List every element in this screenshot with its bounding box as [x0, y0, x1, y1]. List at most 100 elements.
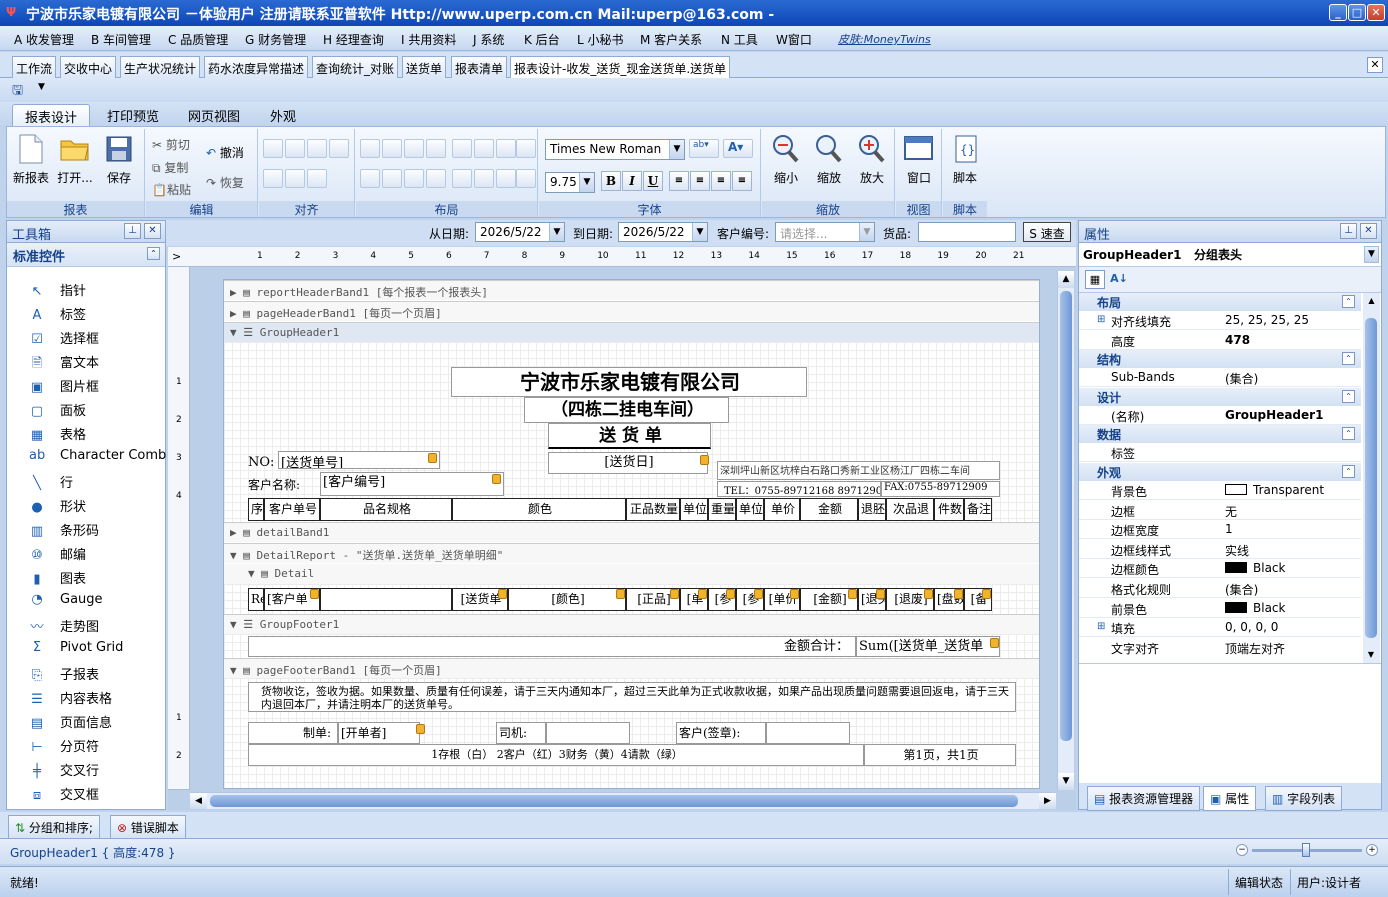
font-color-icon[interactable]: A▾	[723, 139, 753, 158]
group-header-band[interactable]: ▼ ☰ GroupHeader1	[224, 322, 1039, 342]
smart-tag-icon[interactable]	[876, 589, 885, 599]
menu-item-manager[interactable]: H 经理查询	[323, 31, 384, 48]
driver-label[interactable]: 司机:	[496, 722, 546, 744]
smart-tag-icon[interactable]	[790, 589, 799, 599]
font-family-select[interactable]: Times New Roman ▼	[545, 139, 685, 160]
object-selector[interactable]: GroupHeader1 分组表头 ▼	[1079, 243, 1381, 267]
bold-button[interactable]: B	[601, 171, 621, 191]
new-report-button[interactable]: 新报表	[11, 133, 51, 186]
underline-button[interactable]: U	[643, 171, 663, 191]
property-row[interactable]: Sub-Bands (集合)	[1079, 368, 1361, 388]
ribbon-tab-design[interactable]: 报表设计	[12, 104, 91, 126]
page-header-band[interactable]: ▶ ▤ pageHeaderBand1 [每页一个页眉]	[224, 301, 1039, 321]
menu-item-crm[interactable]: M 客户关系	[640, 31, 702, 48]
align-grid-icon[interactable]	[307, 169, 327, 188]
toolbox-item[interactable]: ab Character Comb	[29, 448, 166, 463]
goods-input[interactable]	[918, 222, 1016, 242]
date-field[interactable]: [送货日]	[548, 452, 708, 474]
smart-tag-icon[interactable]	[990, 638, 999, 648]
scroll-up-icon[interactable]: ▲	[1058, 271, 1074, 288]
center-h-icon[interactable]	[452, 169, 472, 188]
smart-tag-icon[interactable]	[754, 589, 763, 599]
menu-item-backend[interactable]: K 后台	[524, 31, 560, 48]
zoom-button[interactable]: 缩放	[809, 133, 849, 186]
zoom-plus-icon[interactable]: +	[1366, 844, 1378, 856]
size-to-grid-icon[interactable]	[426, 139, 446, 158]
property-row[interactable]: (名称) GroupHeader1	[1079, 406, 1361, 425]
zoom-minus-icon[interactable]: −	[1236, 844, 1248, 856]
same-height-icon[interactable]	[382, 139, 402, 158]
menu-item-tools[interactable]: N 工具	[721, 31, 758, 48]
doc-tab-delivery[interactable]: 送货单	[402, 56, 447, 78]
table-header-cell[interactable]: 颜色	[452, 498, 626, 521]
toolbox-item[interactable]: ▦ 表格	[29, 424, 86, 443]
customer-name-label[interactable]: 客户名称:	[248, 476, 300, 493]
collapse-icon[interactable]: ⌃	[1342, 465, 1355, 478]
smart-tag-icon[interactable]	[670, 589, 679, 599]
property-category[interactable]: 设计 ⌃	[1079, 387, 1361, 406]
collapse-icon[interactable]: ⌃	[147, 247, 160, 260]
pin-icon[interactable]: ⊥	[124, 223, 141, 239]
detail-band[interactable]: ▶ ▤ detailBand1	[224, 522, 1039, 542]
scroll-down-icon[interactable]: ▼	[1058, 773, 1074, 790]
menu-item-receive[interactable]: A 收发管理	[14, 31, 74, 48]
pin-icon[interactable]: ⊥	[1340, 223, 1357, 239]
smart-tag-icon[interactable]	[698, 589, 707, 599]
no-field[interactable]: [送货单号]	[278, 451, 440, 469]
hspace-decrease-icon[interactable]	[496, 139, 516, 158]
toolbox-item[interactable]: 〰走势图	[29, 616, 99, 635]
menu-item-secretary[interactable]: L 小秘书	[577, 31, 624, 48]
toolbox-item[interactable]: ⧈ 交叉框	[29, 784, 99, 803]
detail-sub-band[interactable]: ▼ ▤ Detail	[224, 564, 1039, 584]
sum-label[interactable]: 金额合计：	[248, 636, 856, 657]
zoom-in-button[interactable]: 放大	[852, 133, 892, 186]
company-name[interactable]: 宁波市乐家电镀有限公司	[451, 367, 807, 397]
property-row[interactable]: 标签	[1079, 443, 1361, 463]
property-row[interactable]: 格式化规则 (集合)	[1079, 579, 1361, 598]
hspace-equal-icon[interactable]	[452, 139, 472, 158]
no-label[interactable]: NO:	[248, 455, 274, 470]
detail-report-band[interactable]: ▼ ▤ DetailReport - "送货单.送货单_送货单明细"	[224, 543, 1039, 563]
toolbox-item[interactable]: ▮ 图表	[29, 568, 86, 587]
table-header-cell[interactable]: 单位	[736, 498, 764, 521]
close-button[interactable]: ✕	[1367, 4, 1385, 21]
property-category[interactable]: 外观 ⌃	[1079, 463, 1361, 481]
font-size-select[interactable]: 9.75 ▼	[545, 172, 595, 193]
zoom-out-button[interactable]: 缩小	[766, 133, 806, 186]
customize-qat-icon[interactable]: ▼	[38, 82, 45, 92]
property-row[interactable]: 文字对齐 顶端左对齐	[1079, 638, 1361, 655]
smart-tag-icon[interactable]	[924, 589, 933, 599]
toolbox-item[interactable]: ╲ 行	[29, 472, 73, 491]
toolbox-item[interactable]: ▥ 条形码	[29, 520, 99, 539]
collapse-icon[interactable]: ⌃	[1342, 427, 1355, 441]
maker-label[interactable]: 制单:	[248, 722, 338, 744]
toolbox-item[interactable]: ▢ 面板	[29, 400, 86, 419]
detail-cell[interactable]	[320, 588, 452, 611]
properties-scrollbar[interactable]: ▲ ▼	[1363, 293, 1380, 663]
toolbox-item[interactable]: ☰ 内容表格	[29, 688, 112, 707]
send-back-icon[interactable]	[516, 169, 536, 188]
expand-icon[interactable]: ⊞	[1097, 314, 1105, 325]
page-footer-band[interactable]: ▼ ▤ pageFooterBand1 [每页一个页眉]	[224, 658, 1039, 678]
fax-field[interactable]: FAX:0755-89712909	[881, 481, 1000, 497]
property-row[interactable]: 背景色 Transparent	[1079, 481, 1361, 500]
toolbox-item[interactable]: Σ Pivot Grid	[29, 640, 123, 655]
doc-title[interactable]: 送 货 单	[548, 423, 711, 449]
same-width-icon[interactable]	[360, 139, 380, 158]
toolbox-item[interactable]: ◔ Gauge	[29, 592, 102, 607]
tab-group-sort[interactable]: ⇅ 分组和排序;	[8, 815, 100, 840]
same-size-icon[interactable]	[404, 139, 424, 158]
maker-field[interactable]: [开单者]	[338, 722, 420, 744]
expand-icon[interactable]: ⊞	[1097, 621, 1105, 632]
minimize-button[interactable]: _	[1329, 4, 1347, 21]
maximize-button[interactable]: □	[1348, 4, 1366, 21]
close-icon[interactable]: ✕	[144, 223, 161, 239]
close-tab-icon[interactable]: ✕	[1367, 57, 1383, 73]
to-date-input[interactable]: 2026/5/22 ▼	[618, 222, 708, 242]
table-header-cell[interactable]: 序	[248, 498, 264, 521]
center-v-icon[interactable]	[474, 169, 494, 188]
property-row[interactable]: 前景色 Black	[1079, 599, 1361, 618]
doc-tab-report-design[interactable]: 报表设计-收发_送货_现金送货单.送货单	[510, 56, 731, 78]
smart-tag-icon[interactable]	[492, 474, 501, 484]
vspace-increase-icon[interactable]	[382, 169, 402, 188]
